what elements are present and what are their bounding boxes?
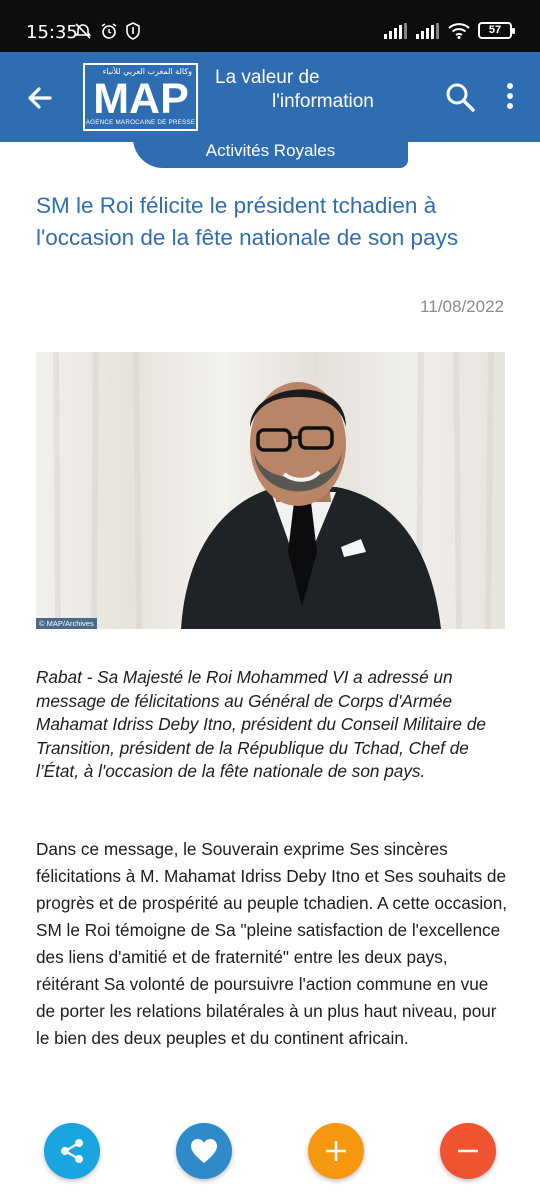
article-photo: © MAP/Archives — [36, 352, 505, 629]
plus-icon — [326, 1141, 346, 1161]
share-button[interactable] — [44, 1123, 100, 1179]
more-options-icon[interactable] — [496, 80, 524, 114]
article-title: SM le Roi félicite le président tchadien… — [36, 193, 459, 250]
battery-level: 57 — [488, 24, 502, 36]
zoom-in-button[interactable] — [308, 1123, 364, 1179]
logo-subtitle: AGENCE MAROCAINE DE PRESSE — [85, 119, 196, 126]
signal-icon-2 — [416, 22, 439, 39]
article-lead: Rabat - Sa Majesté le Roi Mohammed VI a … — [36, 667, 486, 781]
vpn-icon — [126, 22, 141, 40]
alarm-icon — [101, 23, 117, 39]
share-icon — [61, 1139, 83, 1163]
status-bar: 15:35 57 — [0, 0, 540, 52]
tagline-line-2: l'information — [272, 91, 374, 112]
battery-icon: 57 — [478, 22, 515, 39]
status-time: 15:35 — [26, 22, 78, 43]
alarm-off-icon — [74, 23, 92, 39]
category-tab[interactable]: Activités Royales — [133, 138, 408, 168]
status-right: 57 — [384, 22, 515, 39]
tagline-line-1: La valeur de — [215, 67, 320, 88]
zoom-out-button[interactable] — [440, 1123, 496, 1179]
portrait-illustration — [36, 352, 505, 629]
wifi-icon — [448, 22, 470, 39]
article-body: Dans ce message, le Souverain exprime Se… — [36, 839, 508, 1048]
logo-text: MAP — [93, 77, 189, 117]
logo-wordmark: MAP — [93, 77, 189, 117]
search-icon[interactable] — [443, 80, 477, 114]
minus-icon — [458, 1149, 478, 1153]
status-icons — [74, 22, 141, 42]
signal-icon — [384, 22, 407, 39]
photo-credit: © MAP/Archives — [36, 618, 97, 629]
heart-icon — [191, 1139, 217, 1163]
logo-arabic-text: وكالة المغرب العربي للأنباء — [102, 67, 192, 76]
back-arrow-icon[interactable] — [20, 78, 60, 118]
map-logo: وكالة المغرب العربي للأنباء MAP AGENCE M… — [83, 63, 198, 131]
article-date: 11/08/2022 — [420, 297, 504, 316]
like-button[interactable] — [176, 1123, 232, 1179]
